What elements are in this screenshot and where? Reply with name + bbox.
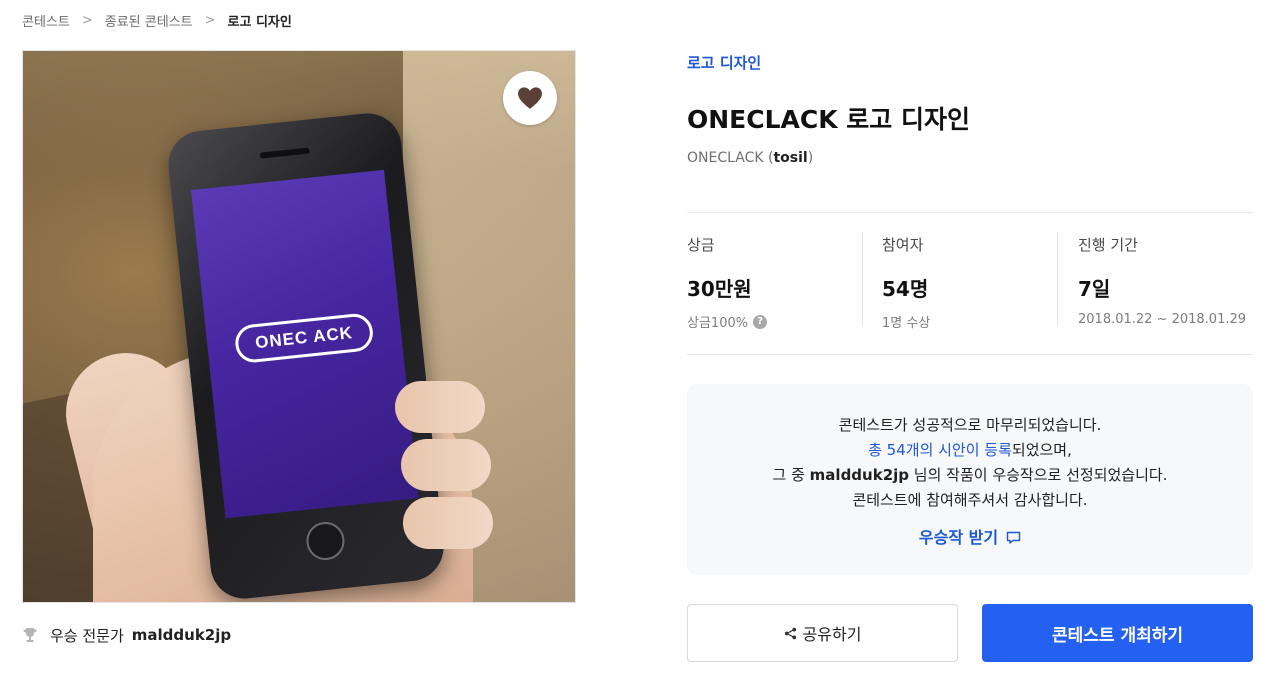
breadcrumb-current: 로고 디자인 (227, 14, 292, 30)
page-title: ONECLACK 로고 디자인 (687, 105, 971, 134)
stat-label: 상금 (687, 236, 715, 254)
divider (1057, 232, 1058, 326)
help-icon[interactable]: ? (753, 314, 768, 329)
onec-ack-logo: ONEC ACK (233, 311, 375, 365)
stat-sub: 상금100% ? (687, 312, 863, 331)
divider (687, 354, 1253, 355)
contest-image: ONEC ACK (22, 50, 576, 603)
stat-value: 30만원 (687, 277, 752, 301)
winner-name[interactable]: maldduk2jp (132, 626, 231, 644)
stat-value: 54명 (882, 277, 929, 301)
speech-bubble-icon (1006, 531, 1021, 544)
like-button[interactable] (503, 71, 557, 125)
notice-text: 님의 작품이 우승작으로 선정되었습니다. (909, 466, 1168, 484)
host-name: ONECLACK (687, 150, 764, 166)
host-contest-label: 콘테스트 개최하기 (1051, 625, 1184, 646)
notice-line: 그 중 maldduk2jp 님의 작품이 우승작으로 선정되었습니다. (687, 463, 1253, 488)
breadcrumb: 콘테스트 > 종료된 콘테스트 > 로고 디자인 (22, 10, 292, 30)
stat-participants: 참여자 54명 1명 수상 (882, 234, 1058, 331)
contest-host: ONECLACK (tosil) (687, 150, 814, 166)
cta-label: 우승작 받기 (918, 528, 999, 547)
notice-line: 콘테스트가 성공적으로 마무리되었습니다. (838, 416, 1102, 434)
phone-home-button (304, 520, 347, 562)
breadcrumb-contest[interactable]: 콘테스트 (22, 11, 70, 30)
heart-icon (518, 87, 542, 109)
share-icon (784, 627, 796, 639)
phone-speaker (259, 147, 310, 159)
share-button[interactable]: 공유하기 (687, 604, 958, 662)
trophy-icon (23, 628, 37, 642)
chevron-right-icon: > (204, 12, 216, 28)
stat-label: 참여자 (882, 236, 924, 254)
hand-finger (401, 439, 491, 491)
stat-value: 7일 (1078, 277, 1111, 301)
breadcrumb-ended-contest[interactable]: 종료된 콘테스트 (105, 11, 193, 30)
stat-prize: 상금 30만원 상금100% ? (687, 234, 863, 331)
divider (687, 212, 1253, 213)
winner-name-inline: maldduk2jp (809, 466, 910, 484)
stat-sub-text: 상금100% (687, 316, 749, 331)
phone-screen: ONEC ACK (191, 169, 419, 519)
notice-line: 콘테스트에 참여해주셔서 감사합니다. (852, 491, 1088, 509)
notice-text: 그 중 (772, 466, 810, 484)
notice-line: 총 54개의 시안이 등록되었으며, (687, 438, 1253, 463)
contest-result-notice: 콘테스트가 성공적으로 마무리되었습니다. 총 54개의 시안이 등록되었으며,… (687, 384, 1253, 575)
get-winning-work-button[interactable]: 우승작 받기 (919, 525, 1021, 550)
host-contest-button[interactable]: 콘테스트 개최하기 (982, 604, 1253, 662)
stat-sub: 1명 수상 (882, 316, 931, 331)
notice-text: 되었으며, (1011, 441, 1072, 459)
winner-label: 우승 전문가 (50, 626, 124, 645)
stat-duration: 진행 기간 7일 2018.01.22 ~ 2018.01.29 (1078, 234, 1254, 327)
submissions-link[interactable]: 총 54개의 시안이 등록 (868, 441, 1012, 459)
hand-finger (395, 381, 485, 433)
stat-sub: 2018.01.22 ~ 2018.01.29 (1078, 312, 1247, 327)
winner-info: 우승 전문가 maldduk2jp (22, 624, 231, 646)
host-id[interactable]: tosil (773, 150, 807, 166)
chevron-right-icon: > (81, 12, 93, 28)
share-label: 공유하기 (802, 625, 862, 644)
hand-finger (403, 497, 493, 549)
contest-category[interactable]: 로고 디자인 (687, 52, 761, 73)
stat-label: 진행 기간 (1078, 236, 1138, 254)
divider (862, 232, 863, 326)
